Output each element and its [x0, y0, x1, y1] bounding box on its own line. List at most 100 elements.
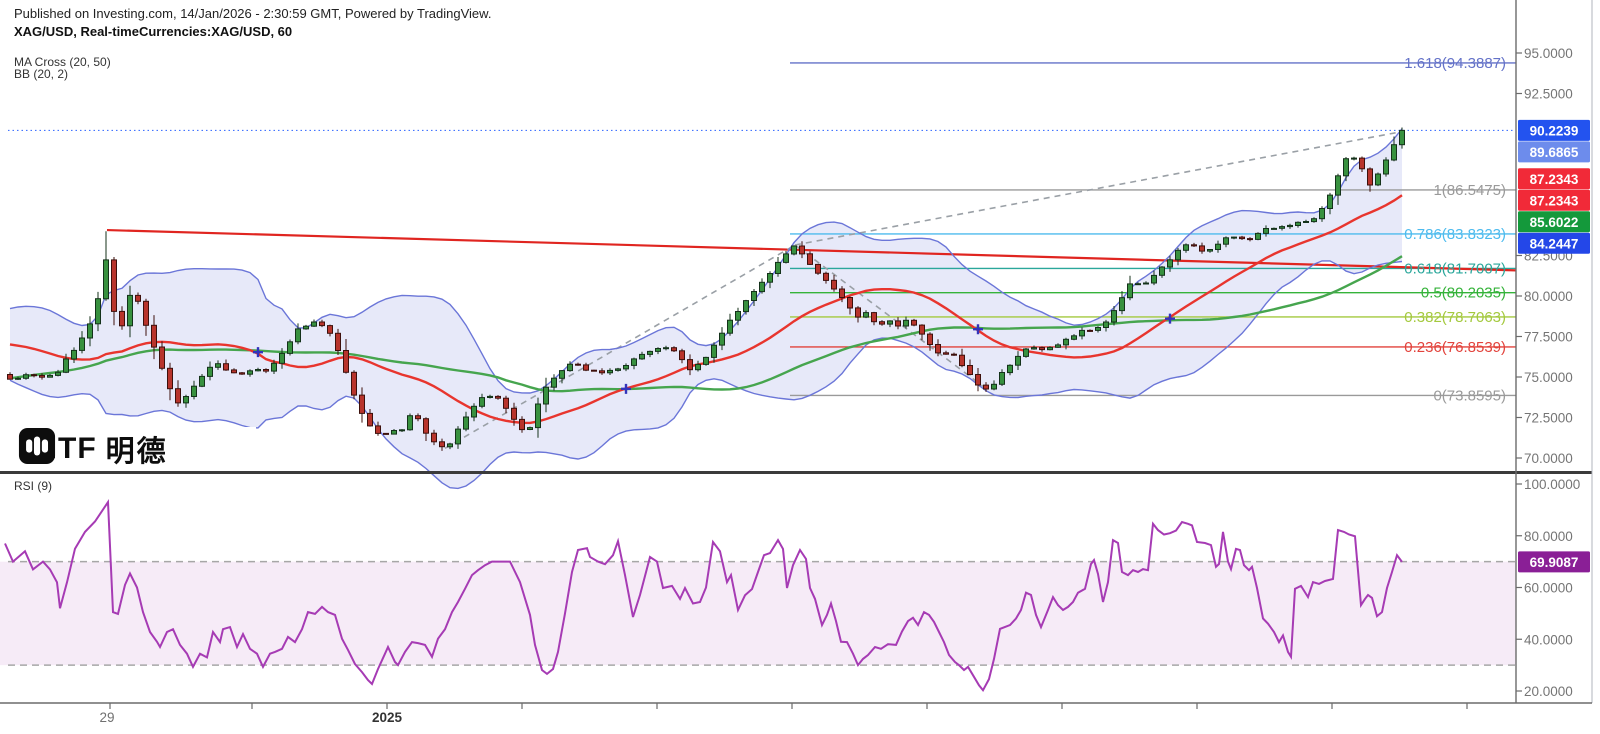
candle-up: [776, 262, 781, 273]
candle-down: [176, 389, 181, 403]
candle-down: [368, 413, 373, 426]
candle-down: [808, 254, 813, 265]
fib-level-label-0.5: 0.5(80.2035): [1421, 285, 1506, 302]
price-axis-scale[interactable]: [1516, 0, 1592, 703]
time-axis-scale[interactable]: [0, 703, 1592, 733]
rsi-axis-label: 80.0000: [1524, 529, 1573, 544]
candle-up: [128, 295, 133, 325]
candle-up: [552, 378, 557, 387]
candle-down: [584, 365, 589, 370]
candle-down: [968, 366, 973, 375]
candle-up: [784, 254, 789, 263]
candle-up: [696, 364, 701, 369]
candle-down: [344, 351, 349, 373]
candle-down: [360, 395, 365, 413]
candle-up: [1152, 275, 1157, 283]
price-badge-label: 89.6865: [1530, 145, 1579, 160]
candle-up: [1208, 250, 1213, 252]
candle-up: [864, 313, 869, 318]
trading-chart-screenshot: 1.618(94.3887)1(86.5475)0.786(83.8323)0.…: [0, 0, 1600, 734]
indicator-label-rsi[interactable]: RSI (9): [14, 479, 52, 493]
candle-up: [1136, 284, 1141, 285]
candle-down: [912, 320, 917, 325]
price-badge-label: 90.2239: [1530, 123, 1579, 138]
candle-up: [1352, 158, 1357, 159]
chart-canvas: 1.618(94.3887)1(86.5475)0.786(83.8323)0.…: [0, 0, 1600, 734]
candle-up: [736, 312, 741, 321]
candle-up: [1008, 365, 1013, 372]
candle-up: [728, 320, 733, 333]
rsi-badge-label: 69.9087: [1530, 555, 1579, 570]
candle-up: [304, 326, 309, 329]
candle-up: [1344, 159, 1349, 176]
candle-up: [448, 444, 453, 447]
candle-down: [936, 345, 941, 353]
candle-up: [664, 348, 669, 349]
price-badge-label: 85.6022: [1530, 215, 1579, 230]
candle-down: [112, 260, 117, 312]
candle-down: [496, 396, 501, 398]
candle-up: [1112, 311, 1117, 322]
candle-down: [600, 371, 605, 373]
candle-up: [16, 378, 21, 379]
candle-down: [928, 334, 933, 344]
symbol-title: XAG/USD, Real-timeCurrencies:XAG/USD, 60: [14, 24, 292, 39]
candle-up: [992, 384, 997, 389]
candle-down: [424, 419, 429, 434]
price-axis-label: 75.0000: [1524, 370, 1573, 385]
candle-up: [248, 371, 253, 374]
candle-down: [320, 322, 325, 326]
fib-level-label-1: 1(86.5475): [1433, 182, 1506, 199]
candle-down: [440, 442, 445, 447]
candle-up: [1160, 267, 1165, 275]
candle-up: [720, 333, 725, 345]
candle-up: [72, 350, 77, 359]
candle-up: [400, 430, 405, 431]
candle-down: [1192, 245, 1197, 246]
candle-down: [800, 246, 805, 254]
candle-up: [1256, 233, 1261, 239]
candle-up: [256, 370, 261, 371]
candle-up: [464, 417, 469, 429]
candle-up: [288, 342, 293, 354]
candle-up: [1168, 260, 1173, 267]
candle-up: [1144, 283, 1149, 284]
candle-up: [712, 345, 717, 357]
panel-separator[interactable]: [0, 471, 1592, 474]
candle-up: [640, 354, 645, 359]
candle-down: [856, 308, 861, 317]
candle-up: [1128, 284, 1133, 298]
candle-down: [1088, 330, 1093, 331]
candle-up: [760, 282, 765, 291]
price-axis-label: 70.0000: [1524, 451, 1573, 466]
candle-up: [888, 321, 893, 324]
candle-up: [184, 397, 189, 403]
candle-up: [1280, 227, 1285, 229]
published-line: Published on Investing.com, 14/Jan/2026 …: [14, 6, 491, 21]
rsi-band-fill: [0, 562, 1516, 666]
candle-down: [232, 370, 237, 373]
candle-down: [264, 370, 269, 372]
candle-down: [376, 426, 381, 434]
watermark-logo: MTF 明德: [18, 427, 256, 471]
candle-down: [680, 351, 685, 360]
candle-up: [1320, 209, 1325, 219]
candle-up: [904, 320, 909, 326]
candle-down: [224, 364, 229, 370]
candle-up: [192, 386, 197, 396]
candle-down: [136, 295, 141, 301]
candle-up: [1016, 356, 1021, 365]
candle-down: [416, 416, 421, 419]
candle-down: [1248, 239, 1253, 240]
candle-up: [280, 353, 285, 363]
candle-up: [488, 396, 493, 397]
candle-up: [752, 292, 757, 301]
candle-up: [1072, 336, 1077, 340]
candle-up: [1080, 330, 1085, 336]
indicator-label-bb[interactable]: BB (20, 2): [14, 67, 68, 81]
candle-down: [120, 311, 125, 325]
candle-down: [1368, 169, 1373, 185]
candle-down: [920, 325, 925, 334]
candle-up: [216, 364, 221, 368]
candle-up: [24, 375, 29, 379]
